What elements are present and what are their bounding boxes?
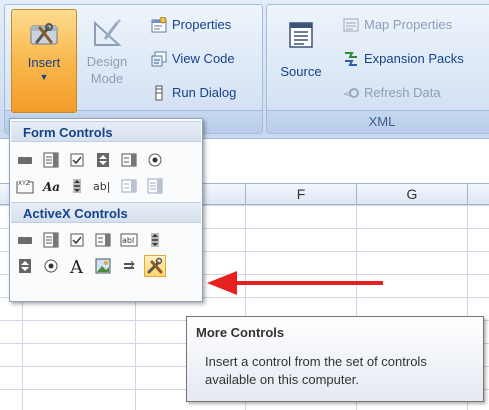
column-header-g[interactable]: G xyxy=(357,184,468,204)
source-icon xyxy=(287,21,315,49)
activex-spin-button-icon[interactable] xyxy=(14,255,36,277)
design-mode-button[interactable]: Design Mode xyxy=(79,9,135,111)
design-mode-icon xyxy=(91,17,123,49)
insert-button[interactable]: Insert ▼ xyxy=(11,9,77,113)
red-arrow-annotation xyxy=(207,271,383,295)
toolbox-icon xyxy=(28,18,60,50)
label-icon[interactable]: Aa xyxy=(40,175,62,197)
checkbox-icon[interactable] xyxy=(66,149,88,171)
properties-icon xyxy=(151,16,167,33)
activex-checkbox-icon[interactable] xyxy=(66,229,88,251)
properties-label: Properties xyxy=(172,17,232,32)
list-box-icon[interactable] xyxy=(118,149,140,171)
image-icon[interactable] xyxy=(92,255,114,277)
group-box-icon[interactable]: XYZ xyxy=(14,175,36,197)
option-button-icon[interactable] xyxy=(144,149,166,171)
svg-text:A: A xyxy=(69,257,84,275)
column-header-f[interactable]: F xyxy=(246,184,357,204)
xml-group: XML Source Map Properties Expansion Pack… xyxy=(266,4,489,134)
tooltip-title: More Controls xyxy=(196,325,285,340)
activex-controls-header: ActiveX Controls xyxy=(11,202,201,223)
svg-text:abl: abl xyxy=(122,236,134,245)
refresh-data-button[interactable]: < Refresh Data xyxy=(343,83,441,103)
view-code-icon xyxy=(151,51,167,67)
combo-drop-down-edit-icon[interactable] xyxy=(144,175,166,197)
activex-combo-box-icon[interactable] xyxy=(40,229,62,251)
source-label: Source xyxy=(280,64,322,79)
map-properties-label: Map Properties xyxy=(364,17,453,32)
refresh-data-label: Refresh Data xyxy=(364,85,441,100)
activex-label-icon[interactable]: A xyxy=(66,255,88,277)
view-code-label: View Code xyxy=(172,51,235,66)
map-properties-icon xyxy=(343,17,359,33)
map-properties-button[interactable]: Map Properties xyxy=(343,15,452,35)
activex-scroll-bar-icon[interactable] xyxy=(144,229,166,251)
more-controls-icon[interactable] xyxy=(144,255,166,277)
source-button[interactable]: Source xyxy=(273,9,329,111)
expansion-packs-label: Expansion Packs xyxy=(364,51,464,66)
insert-label: Insert xyxy=(27,55,61,70)
button-icon[interactable] xyxy=(14,149,36,171)
design-mode-label-line1: Design xyxy=(86,54,128,69)
activex-option-button-icon[interactable] xyxy=(40,255,62,277)
insert-controls-dropdown: Form Controls XYZ Aa ab| ActiveX Control… xyxy=(9,118,203,302)
tooltip-body: Insert a control from the set of control… xyxy=(205,354,427,387)
spin-button-icon[interactable] xyxy=(92,149,114,171)
chevron-down-icon: ▼ xyxy=(39,72,49,82)
expansion-packs-icon xyxy=(343,51,359,67)
text-box-icon[interactable]: abl xyxy=(118,229,140,251)
svg-text:XYZ: XYZ xyxy=(18,180,30,187)
combo-box-icon[interactable] xyxy=(40,149,62,171)
svg-text:ab|: ab| xyxy=(93,180,110,193)
text-field-icon[interactable]: ab| xyxy=(92,175,114,197)
properties-button[interactable]: Properties xyxy=(151,15,231,35)
svg-text:Aa: Aa xyxy=(42,180,60,194)
command-button-icon[interactable] xyxy=(14,229,36,251)
run-dialog-button[interactable]: Run Dialog xyxy=(151,83,236,103)
xml-group-label: XML xyxy=(267,110,489,133)
view-code-button[interactable]: View Code xyxy=(151,49,235,69)
activex-list-box-icon[interactable] xyxy=(92,229,114,251)
scroll-bar-icon[interactable] xyxy=(66,175,88,197)
combo-list-edit-icon[interactable] xyxy=(118,175,140,197)
run-dialog-icon xyxy=(151,85,167,101)
toggle-button-icon[interactable] xyxy=(118,255,140,277)
expansion-packs-button[interactable]: Expansion Packs xyxy=(343,49,464,69)
more-controls-tooltip: More Controls Insert a control from the … xyxy=(186,316,484,402)
run-dialog-label: Run Dialog xyxy=(172,85,237,100)
refresh-data-icon: < xyxy=(343,85,359,101)
design-mode-label-line2: Mode xyxy=(90,71,124,86)
controls-group: Insert ▼ Design Mode Properties View Cod… xyxy=(4,4,263,134)
form-controls-header: Form Controls xyxy=(11,121,201,142)
